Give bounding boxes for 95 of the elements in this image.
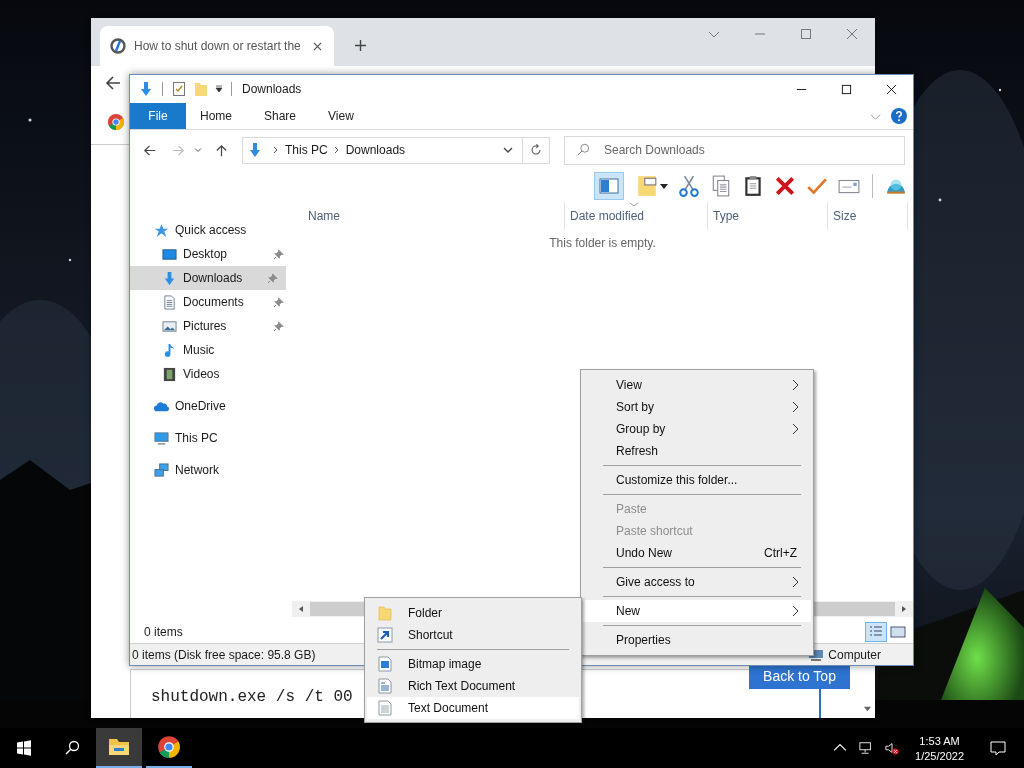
search-icon[interactable]	[64, 740, 80, 756]
folder-icon	[377, 605, 393, 621]
details-view-button[interactable]	[865, 621, 887, 642]
sidebar-item[interactable]: Desktop	[130, 242, 292, 266]
preview-pane-button[interactable]	[594, 172, 624, 200]
scroll-left-icon[interactable]	[297, 605, 305, 613]
scroll-right-icon[interactable]	[900, 605, 908, 613]
sidebar-item[interactable]: Pictures	[130, 314, 292, 338]
menu-item[interactable]: New	[583, 600, 811, 622]
menu-item[interactable]: Undo New Ctrl+Z	[583, 542, 811, 564]
menu-item[interactable]: Folder	[367, 602, 579, 624]
search-icon	[576, 142, 590, 157]
sidebar-item[interactable]: Music	[130, 338, 292, 362]
breadcrumb-item[interactable]: This PC	[285, 143, 328, 157]
star-icon	[154, 222, 169, 238]
up-arrow-icon[interactable]	[214, 142, 229, 158]
download-arrow-icon	[247, 142, 263, 158]
monitor-icon	[154, 430, 169, 446]
code-text: shutdown.exe /s /t 00	[151, 687, 353, 706]
refresh-icon	[529, 143, 543, 157]
column-header[interactable]: Size	[828, 202, 908, 230]
menu-item[interactable]: Refresh	[583, 440, 811, 462]
clock-date[interactable]: 1/25/2022	[915, 749, 964, 762]
menu-item[interactable]: Sort by	[583, 396, 811, 418]
music-note-icon	[162, 342, 177, 358]
search-field[interactable]: Search Downloads	[564, 135, 905, 165]
film-icon	[162, 366, 177, 382]
picture-icon	[162, 318, 177, 334]
menu-item[interactable]: Bitmap image	[367, 653, 579, 675]
refresh-button[interactable]	[523, 136, 550, 164]
scissors-icon[interactable]	[678, 175, 700, 197]
help-icon[interactable]	[891, 108, 907, 124]
document-icon	[377, 678, 393, 694]
clock-time[interactable]: 1:53 AM	[919, 734, 960, 747]
file-explorer-taskbar-button[interactable]	[96, 728, 142, 768]
chrome-logo-icon	[157, 735, 181, 759]
menu-item[interactable]: Properties	[583, 629, 811, 651]
empty-folder-message: This folder is empty.	[549, 236, 656, 250]
menu-item[interactable]: View	[583, 374, 811, 396]
back-arrow-icon[interactable]	[105, 75, 121, 91]
ribbon-tab[interactable]: Home	[186, 103, 248, 129]
address-bar[interactable]: This PC Downloads	[242, 136, 523, 164]
clipboard-icon[interactable]	[742, 175, 764, 197]
menu-item[interactable]: Shortcut	[367, 624, 579, 646]
column-header[interactable]: Type	[708, 202, 828, 230]
browser-tab[interactable]: How to shut down or restart the	[100, 26, 334, 66]
sidebar-item[interactable]: This PC	[130, 426, 292, 450]
maximize-icon[interactable]	[841, 83, 852, 95]
file-tab[interactable]: File	[130, 103, 186, 129]
shortcut-arrow-icon	[377, 627, 393, 643]
delete-x-icon[interactable]	[774, 175, 796, 197]
menu-item[interactable]: Give access to	[583, 571, 811, 593]
download-arrow-icon[interactable]	[138, 81, 154, 97]
sort-caret-icon	[629, 202, 639, 207]
muted-speaker-icon[interactable]	[885, 741, 900, 755]
windows-start-icon[interactable]	[16, 740, 32, 756]
sidebar-item[interactable]: Documents	[130, 290, 292, 314]
ribbon-tab[interactable]: View	[312, 103, 370, 129]
item-count: 0 items	[144, 624, 183, 639]
chevron-right-icon	[333, 146, 340, 154]
sidebar-item[interactable]: Network	[130, 458, 292, 482]
menu-item[interactable]: Customize this folder...	[583, 469, 811, 491]
site-logo-icon	[110, 38, 126, 54]
shortcut-text: Ctrl+Z	[764, 546, 797, 560]
column-header[interactable]: Date modified	[564, 202, 708, 230]
notification-icon[interactable]	[990, 740, 1006, 756]
properties-icon[interactable]	[171, 81, 187, 97]
network-icon	[154, 462, 169, 478]
menu-item[interactable]: Text Document	[367, 697, 579, 719]
dropdown-arrow-icon[interactable]	[660, 182, 668, 190]
sidebar-item[interactable]: Quick access	[130, 218, 292, 242]
chevron-right-icon	[273, 146, 279, 154]
tab-title: How to shut down or restart the	[134, 39, 302, 53]
new-tab-icon[interactable]	[354, 39, 367, 52]
close-icon[interactable]	[886, 83, 897, 95]
image-file-icon	[377, 656, 393, 672]
thumbnail-icon	[890, 623, 906, 640]
desktop-icon	[162, 246, 177, 262]
sidebar-item[interactable]: Downloads	[130, 266, 286, 290]
chrome-logo-icon[interactable]	[107, 113, 125, 131]
ribbon-tab[interactable]: Share	[248, 103, 313, 129]
sidebar-item[interactable]: Videos	[130, 362, 292, 386]
breadcrumb-item[interactable]: Downloads	[345, 143, 406, 157]
network-icon[interactable]	[859, 741, 874, 755]
window-title: Downloads	[242, 82, 302, 96]
menu-item[interactable]: Rich Text Document	[367, 675, 579, 697]
sidebar-item[interactable]: OneDrive	[130, 394, 292, 418]
dropdown-arrow-icon[interactable]	[215, 85, 223, 93]
close-icon[interactable]	[313, 41, 322, 51]
disk-space-status: 0 items (Disk free space: 95.8 GB)	[132, 647, 316, 662]
menu-item[interactable]: Group by	[583, 418, 811, 440]
document-icon	[162, 294, 177, 310]
copy-icon[interactable]	[710, 175, 732, 197]
column-header[interactable]: Name	[292, 202, 564, 230]
text-file-icon	[377, 700, 393, 716]
